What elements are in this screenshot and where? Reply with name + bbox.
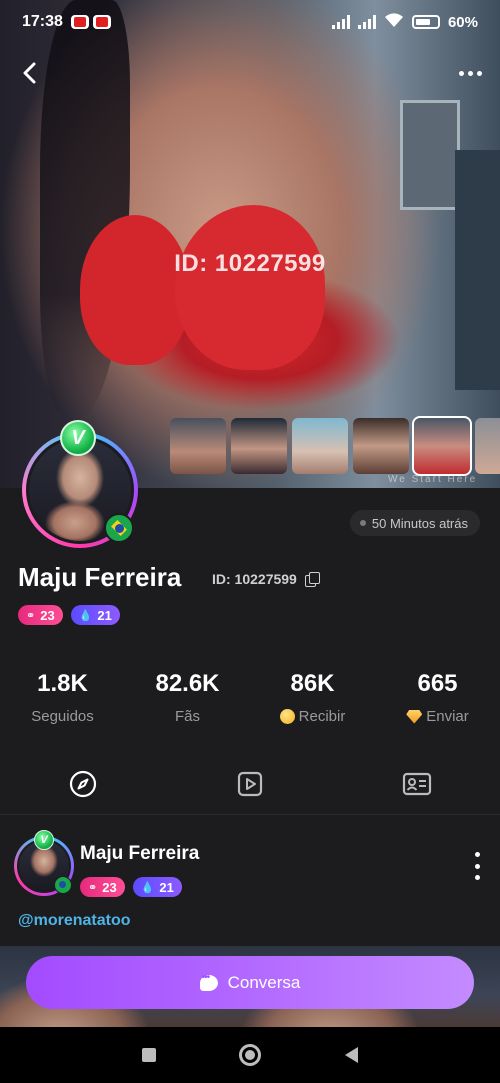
stat-label: Enviar bbox=[426, 708, 469, 725]
drops-badge: 💧 21 bbox=[70, 605, 120, 625]
stat-label: Fãs bbox=[174, 708, 200, 725]
signal-icon bbox=[357, 15, 376, 29]
stat-value: 1.8K bbox=[37, 670, 88, 697]
copy-icon[interactable] bbox=[304, 572, 320, 587]
level-badge-value: 23 bbox=[40, 607, 55, 623]
photo-thumbnail-strip bbox=[170, 416, 500, 476]
photo-thumbnail[interactable] bbox=[475, 418, 500, 474]
system-nav-bar bbox=[0, 1027, 500, 1083]
tabs-divider bbox=[0, 814, 500, 815]
photo-thumbnail[interactable] bbox=[170, 418, 226, 474]
profile-stats: 1.8K Seguidos 82.6K Fãs 86K Recibir 665 … bbox=[0, 670, 500, 725]
post-more-button[interactable] bbox=[472, 852, 482, 880]
profile-id-text: ID: 10227599 bbox=[212, 571, 297, 587]
chevron-left-icon bbox=[23, 62, 36, 84]
more-dot-icon bbox=[474, 852, 480, 857]
battery-icon bbox=[411, 15, 440, 29]
link-icon: ⚭ bbox=[88, 881, 98, 894]
profile-card-icon bbox=[402, 772, 431, 795]
photo-thumbnail[interactable] bbox=[353, 418, 409, 474]
level-badge: ⚭ 23 bbox=[18, 605, 63, 625]
more-options-button[interactable] bbox=[454, 58, 486, 88]
post-handle-link[interactable]: @morenatatoo bbox=[18, 912, 131, 930]
stat-value: 86K bbox=[290, 670, 335, 697]
compass-icon bbox=[70, 770, 97, 797]
stat-value: 665 bbox=[417, 670, 458, 697]
verified-badge-icon: V bbox=[60, 420, 96, 456]
profile-badges: ⚭ 23 💧 21 bbox=[18, 605, 120, 625]
stat-label: Recibir bbox=[298, 708, 346, 725]
profile-id[interactable]: ID: 10227599 bbox=[212, 571, 320, 587]
video-play-icon bbox=[237, 771, 263, 796]
level-badge: ⚭ 23 bbox=[80, 877, 125, 897]
cover-photo-background bbox=[400, 100, 460, 210]
more-dot-icon bbox=[474, 875, 480, 880]
stat-value: 82.6K bbox=[155, 670, 220, 697]
more-dot-icon bbox=[476, 70, 482, 76]
profile-name: Maju Ferreira bbox=[18, 562, 182, 592]
recents-icon[interactable] bbox=[141, 1048, 156, 1062]
brazil-flag-icon bbox=[104, 513, 134, 543]
thumbnail-caption: We Start Here bbox=[388, 474, 478, 485]
brazil-flag-icon bbox=[54, 876, 72, 894]
gem-icon bbox=[406, 709, 423, 724]
post-author-name[interactable]: Maju Ferreira bbox=[80, 843, 199, 865]
cover-photo: ID: 10227599 bbox=[0, 0, 500, 490]
back-triangle-icon[interactable] bbox=[345, 1047, 359, 1063]
stat-following[interactable]: 1.8K Seguidos bbox=[0, 670, 125, 725]
link-icon: ⚭ bbox=[26, 609, 36, 622]
last-seen-pill: 50 Minutos atrás bbox=[349, 510, 480, 536]
chat-bubble-icon bbox=[199, 972, 218, 991]
more-dot-icon bbox=[467, 70, 473, 76]
youtube-notification-icon bbox=[92, 15, 111, 29]
photo-thumbnail-selected[interactable] bbox=[412, 416, 472, 476]
status-indicators: 60% bbox=[331, 12, 478, 32]
chat-button-label: Conversa bbox=[227, 972, 301, 992]
wifi-icon bbox=[384, 12, 404, 32]
level-badge-value: 23 bbox=[102, 879, 117, 895]
signal-icon bbox=[331, 15, 350, 29]
post-author-badges: ⚭ 23 💧 21 bbox=[80, 877, 182, 897]
stat-sent[interactable]: 665 Enviar bbox=[375, 670, 500, 725]
drop-icon: 💧 bbox=[140, 881, 155, 894]
last-seen-text: 50 Minutos atrás bbox=[371, 515, 468, 531]
cover-watermark-id: ID: 10227599 bbox=[174, 250, 326, 277]
cover-photo-subject bbox=[80, 215, 190, 365]
battery-percent: 60% bbox=[447, 13, 478, 31]
profile-tabs bbox=[0, 765, 500, 813]
photo-thumbnail[interactable] bbox=[231, 418, 287, 474]
more-dot-icon bbox=[474, 863, 480, 869]
status-bar: 17:38 60% bbox=[0, 0, 500, 44]
chat-button[interactable]: Conversa bbox=[26, 956, 474, 1009]
drops-badge-value: 21 bbox=[97, 607, 112, 623]
drops-badge: 💧 21 bbox=[132, 877, 182, 897]
status-time: 17:38 bbox=[22, 13, 63, 30]
stat-label: Seguidos bbox=[31, 708, 94, 725]
verified-badge-icon: V bbox=[34, 830, 54, 850]
tab-moments[interactable] bbox=[0, 765, 167, 813]
drops-badge-value: 21 bbox=[159, 879, 174, 895]
tab-videos[interactable] bbox=[167, 765, 334, 813]
cover-photo-subject bbox=[175, 205, 325, 370]
photo-thumbnail[interactable] bbox=[292, 418, 348, 474]
more-dot-icon bbox=[458, 70, 464, 76]
back-button[interactable] bbox=[14, 58, 44, 88]
stat-fans[interactable]: 82.6K Fãs bbox=[125, 670, 250, 725]
coin-icon bbox=[279, 709, 295, 724]
youtube-notification-icon bbox=[70, 15, 89, 29]
drop-icon: 💧 bbox=[78, 609, 93, 622]
tab-profile-info[interactable] bbox=[333, 765, 500, 813]
home-icon[interactable] bbox=[239, 1044, 262, 1066]
stat-received[interactable]: 86K Recibir bbox=[250, 670, 375, 725]
offline-dot-icon bbox=[359, 520, 366, 526]
